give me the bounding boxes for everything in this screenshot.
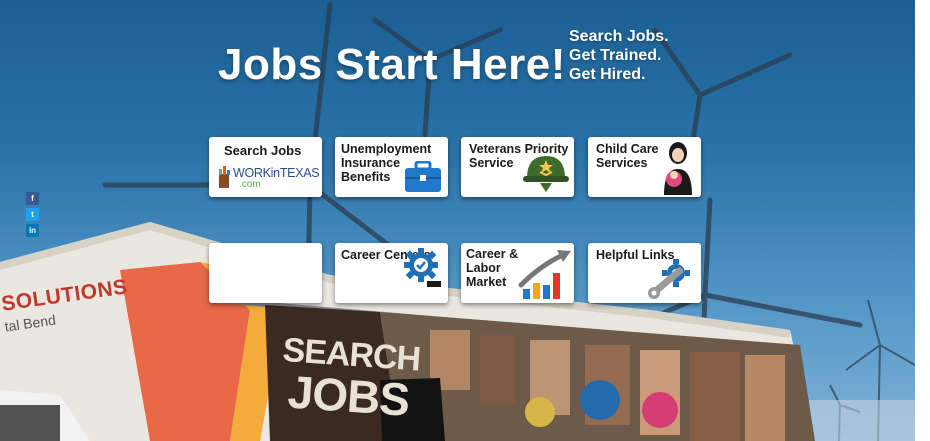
- share-linkedin-icon[interactable]: in: [26, 224, 39, 237]
- truck-search-jobs-panel: SEARCH JOBS: [278, 331, 421, 426]
- tile-unemployment-benefits[interactable]: Unemployment Insurance Benefits: [335, 137, 448, 197]
- truck-panel-line2: JOBS: [286, 365, 411, 426]
- tile-search-jobs-label: Search Jobs: [224, 143, 302, 158]
- caregiver-icon: [658, 141, 696, 197]
- gear-check-icon: [401, 247, 441, 292]
- right-margin: [915, 0, 930, 441]
- growth-chart-icon: [517, 245, 573, 303]
- share-facebook-icon[interactable]: f: [26, 192, 39, 205]
- workintexas-logo-icon: [217, 166, 231, 193]
- tile-search-jobs[interactable]: Search Jobs WORKinTEXAS .com: [209, 137, 322, 197]
- workintexas-logo-suffix: .com: [239, 179, 261, 190]
- hero-headline: Jobs Start Here!: [218, 40, 566, 89]
- tagline-line-1: Search Jobs.: [569, 28, 669, 45]
- military-helmet-icon: [523, 152, 569, 197]
- wrench-gear-icon: [646, 257, 692, 303]
- tile-career-labor-market[interactable]: Career & Labor Market: [461, 243, 574, 303]
- briefcase-icon: [404, 160, 442, 197]
- tile-veterans-priority-service[interactable]: Veterans Priority Service: [461, 137, 574, 197]
- tile-child-care-services[interactable]: Child Care Services: [588, 137, 701, 197]
- tile-helpful-links[interactable]: Helpful Links: [588, 243, 701, 303]
- tile-career-centers[interactable]: Career Centers: [335, 243, 448, 303]
- workintexas-logo-text: WORKinTEXAS: [233, 166, 320, 180]
- tagline-line-3: Get Hired.: [569, 66, 646, 83]
- hero-banner: SOLUTIONS tal Bend SEARCH JOBS Jobs Star…: [0, 0, 915, 441]
- tile-row2-hidden[interactable]: [209, 243, 322, 303]
- hero-tagline: Search Jobs. Get Trained. Get Hired.: [569, 27, 669, 84]
- tagline-line-2: Get Trained.: [569, 47, 662, 64]
- share-twitter-icon[interactable]: t: [26, 208, 39, 221]
